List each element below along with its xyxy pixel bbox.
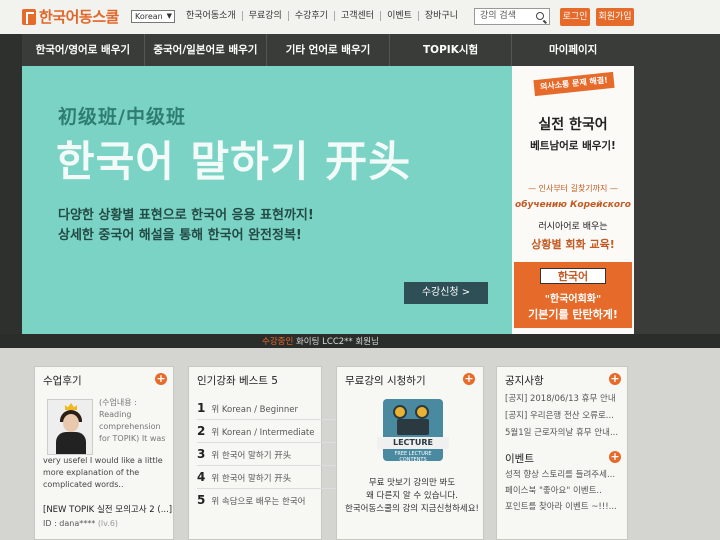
- list-item[interactable]: 3위 한국어 말하기 开头: [197, 443, 353, 466]
- review-author: ID : dana**** (lv.6): [43, 519, 119, 528]
- side-promo[interactable]: 의사소통 문제 해결! 실전 한국어 베트남어로 배우기! — 인사부터 길찾기…: [512, 66, 634, 334]
- banner-subtitle: 初级班/中级班: [58, 106, 186, 128]
- notices-list: [공지] 2018/06/13 휴무 안내 [공지] 우리은행 전산 오류로..…: [505, 391, 621, 442]
- review-item-title[interactable]: [NEW TOPIK 실전 모의고사 2 (...]: [43, 503, 172, 515]
- list-item[interactable]: 5위 속담으로 배우는 한국어: [197, 489, 353, 512]
- list-item[interactable]: 페이스북 "좋아요" 이벤트..: [505, 483, 621, 499]
- main-nav-korean-english[interactable]: 한국어/영어로 배우기: [22, 34, 145, 66]
- logo-text: 한국어동스쿨: [39, 8, 119, 26]
- free-lecture-more-icon[interactable]: +: [463, 373, 475, 385]
- main-nav-mypage[interactable]: 마이페이지: [512, 34, 634, 66]
- review-side-text: (수업내용 : Reading comprehension for TOPIK)…: [99, 398, 166, 443]
- top-nav-free-lectures[interactable]: 무료강의: [243, 11, 289, 21]
- search-icon[interactable]: [536, 12, 544, 20]
- promo-heading: 실전 한국어: [538, 117, 608, 133]
- list-item[interactable]: 5월1일 근로자의날 휴무 안내...: [505, 425, 621, 442]
- promo-separator: — 인사부터 길찾기까지 —: [528, 184, 618, 193]
- list-item[interactable]: 포인트를 찾아라 이벤트 ~!!!...: [505, 499, 621, 515]
- list-item[interactable]: 1위 Korean / Beginner: [197, 397, 353, 420]
- free-lecture-card: 무료강의 시청하기 + LECTURE FREE LECTURE CONTENT…: [336, 366, 484, 540]
- frame-right: [634, 34, 720, 334]
- list-item[interactable]: 2위 Korean / Intermediate: [197, 420, 353, 443]
- promo-edu-text: 상황별 회화 교육!: [531, 238, 615, 251]
- strip-highlight: 수강중인: [262, 337, 294, 347]
- promo-subheading: 베트남어로 배우기!: [530, 140, 616, 152]
- main-nav: 한국어/영어로 배우기 중국어/일본어로 배우기 기타 언어로 배우기 TOPI…: [22, 34, 634, 66]
- list-item[interactable]: 성적 향상 스토리를 들려주세...: [505, 467, 621, 483]
- main-nav-other-languages[interactable]: 기타 언어로 배우기: [267, 34, 390, 66]
- review-body: very usefel I would like a little more e…: [43, 456, 163, 489]
- list-item[interactable]: 4위 한국어 말하기 开头: [197, 466, 353, 489]
- join-button[interactable]: 회원가입: [596, 8, 634, 26]
- logo-mark-icon: [22, 8, 36, 25]
- language-select[interactable]: Korean ▼: [131, 10, 175, 23]
- banner-description-1: 다양한 상황별 표현으로 한국어 응용 표현까지!: [58, 208, 314, 223]
- promo-box-line1: "한국어회화": [544, 294, 602, 305]
- notices-title: 공지사항: [505, 375, 544, 387]
- crown-icon: [65, 403, 77, 410]
- chevron-down-icon: ▼: [166, 12, 172, 20]
- reviews-card: 수업후기 + (수업내용 : Reading comprehension for…: [34, 366, 174, 540]
- lecture-badge-sub: FREE LECTURE CONTENTS: [394, 451, 432, 463]
- reviewer-avatar: [47, 399, 93, 455]
- main-nav-chinese-japanese[interactable]: 중국어/일본어로 배우기: [145, 34, 268, 66]
- free-lecture-title: 무료강의 시청하기: [345, 375, 426, 387]
- reviews-title: 수업후기: [43, 375, 82, 387]
- top-nav-events[interactable]: 이벤트: [381, 11, 419, 21]
- promo-tag: 의사소통 문제 해결!: [533, 71, 615, 97]
- list-item[interactable]: [공지] 2018/06/13 휴무 안내: [505, 391, 621, 408]
- main-nav-topik[interactable]: TOPIK시험: [390, 34, 513, 66]
- hero-banner[interactable]: 初级班/中级班 한국어 말하기 开头 다양한 상황별 표현으로 한국어 응용 표…: [22, 66, 512, 334]
- top-nav-cart[interactable]: 장바구니: [419, 11, 464, 21]
- top-nav-about[interactable]: 한국어동소개: [180, 11, 243, 21]
- strip-user: 화이팅 LCC2** 회원님: [295, 337, 379, 347]
- user-strip: 수강중인 화이팅 LCC2** 회원님: [0, 334, 720, 348]
- banner-description-2: 상세한 중국어 해설을 통해 한국어 완전정복!: [58, 228, 302, 243]
- lecture-badge-label: LECTURE: [377, 437, 449, 449]
- best-courses-list: 1위 Korean / Beginner 2위 Korean / Interme…: [197, 397, 353, 512]
- promo-box-line2: 기본기를 탄탄하게!: [528, 308, 618, 321]
- best-courses-card: 인기강좌 베스트 5 1위 Korean / Beginner 2위 Korea…: [188, 366, 353, 540]
- enroll-button[interactable]: 수강신청 >: [404, 282, 488, 304]
- top-nav: 한국어동소개 무료강의 수강후기 고객센터 이벤트 장바구니: [180, 11, 464, 21]
- reviews-more-icon[interactable]: +: [155, 373, 167, 385]
- lecture-badge-icon[interactable]: LECTURE FREE LECTURE CONTENTS: [377, 399, 449, 463]
- search-placeholder: 강의 검색: [480, 11, 516, 21]
- promo-box: 한국어 "한국어회화" 기본기를 탄탄하게!: [514, 262, 632, 328]
- events-list: 성적 향상 스토리를 들려주세... 페이스북 "좋아요" 이벤트.. 포인트를…: [505, 467, 621, 515]
- promo-box-badge: 한국어: [540, 268, 606, 284]
- promo-learn-text: 러시아어로 배우는: [538, 222, 608, 232]
- frame-left: [0, 34, 22, 334]
- list-item[interactable]: [공지] 우리은행 전산 오류로...: [505, 408, 621, 425]
- notices-card: 공지사항 + [공지] 2018/06/13 휴무 안내 [공지] 우리은행 전…: [496, 366, 628, 540]
- login-button[interactable]: 로그인: [560, 8, 590, 26]
- free-lecture-text: 무료 맛보기 강의만 봐도 왜 다른지 알 수 있습니다. 한국어동스쿨의 강의…: [345, 478, 479, 514]
- site-logo[interactable]: 한국어동스쿨: [22, 6, 119, 27]
- events-more-icon[interactable]: +: [609, 451, 621, 463]
- strip-text: 수강중인 화이팅 LCC2** 회원님: [262, 335, 379, 347]
- language-value: Korean: [135, 12, 163, 21]
- events-title: 이벤트: [505, 453, 534, 465]
- best-courses-title: 인기강좌 베스트 5: [197, 375, 278, 387]
- banner-title: 한국어 말하기 开头: [56, 137, 412, 186]
- top-nav-reviews[interactable]: 수강후기: [289, 11, 335, 21]
- promo-russian-text: обучению Корейского: [515, 200, 631, 210]
- top-header: 한국어동스쿨 Korean ▼ 한국어동소개 무료강의 수강후기 고객센터 이벤…: [0, 0, 720, 34]
- search-input[interactable]: 강의 검색: [474, 8, 550, 25]
- notices-more-icon[interactable]: +: [609, 373, 621, 385]
- top-nav-support[interactable]: 고객센터: [335, 11, 382, 21]
